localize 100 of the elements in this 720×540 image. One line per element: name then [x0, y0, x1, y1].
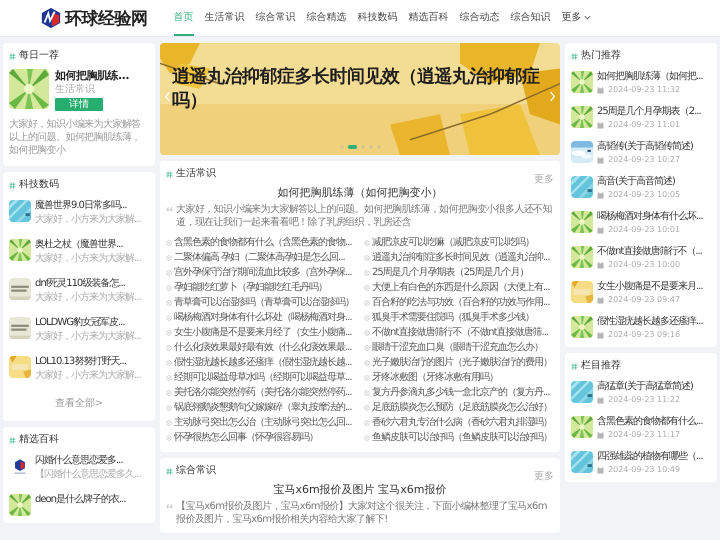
publish-date: 2024-09-23 11:17 — [608, 430, 680, 440]
bullet-icon — [364, 330, 370, 336]
bullet-icon — [364, 390, 370, 396]
bullet-icon — [166, 390, 172, 396]
article-link[interactable]: 女生小腹痛是不是要来月经了（女生小腹痛... — [174, 325, 352, 340]
article-title[interactable]: 高音(关于高音简述) — [597, 176, 675, 188]
slide-indicator[interactable] — [348, 145, 356, 149]
bullet-icon — [166, 420, 172, 426]
bullet-icon — [364, 374, 370, 380]
calendar-icon — [597, 262, 604, 268]
section-heading: 热门推荐 — [581, 50, 621, 62]
article-link[interactable]: 香砂六君丸专治什么病（香砂六君丸排湿吗） — [372, 415, 552, 430]
article-link[interactable]: 含黑色素的食物都有什么（含黑色素的食物... — [174, 235, 352, 250]
section-heading: 每日一荐 — [19, 50, 59, 62]
bullet-icon — [166, 300, 172, 306]
hash-icon — [9, 182, 16, 188]
bullet-icon — [364, 344, 370, 350]
article-headline[interactable]: 如何把胸肌练薄（如何把胸变小） — [166, 186, 554, 200]
caret-icon — [584, 14, 590, 20]
article-link[interactable]: 不做nt直接做唐筛行不（不做nt直接做唐筛... — [372, 325, 548, 340]
article-title[interactable]: 奥杜之杖（魔兽世界... — [35, 239, 123, 251]
calendar-icon — [597, 296, 604, 304]
article-link[interactable]: 主动脉弓突出怎么治（主动脉弓突出怎么回... — [174, 415, 352, 430]
section-heading: 精选百科 — [19, 434, 59, 446]
article-link[interactable]: 狐臭手术需要住院吗（狐臭手术多少钱） — [372, 310, 534, 325]
bullet-icon — [166, 330, 172, 336]
publish-date: 2024-09-23 11:32 — [608, 85, 680, 95]
article-excerpt: 大家好，小方来为大家解... — [35, 331, 141, 343]
nav-link[interactable]: 更多 — [562, 0, 590, 36]
article-title[interactable]: 不做nt直接做唐筛行不（... — [597, 246, 702, 258]
bullet-icon — [364, 404, 370, 410]
bullet-icon — [364, 254, 370, 260]
publish-date: 2024-09-23 09:16 — [608, 330, 680, 340]
article-title[interactable]: 如何把胸肌练... — [55, 69, 130, 82]
article-title[interactable]: 高猛章(关于高猛章简述) — [597, 381, 693, 393]
article-title[interactable]: dnf死灵110级装备怎... — [35, 278, 125, 290]
article-link[interactable]: 二聚体偏高 孕妇（二聚体高孕妇是怎么回... — [174, 250, 345, 265]
site-logo-text[interactable]: 环球经验网 — [65, 6, 148, 30]
article-excerpt: 大家好，小方来为大家解... — [35, 253, 141, 265]
hash-icon — [571, 362, 578, 370]
bullet-icon — [364, 434, 370, 440]
bullet-icon — [364, 270, 370, 276]
bullet-icon — [166, 374, 172, 380]
article-link[interactable]: 什么化痰效果最好最有效（什么化痰效果最... — [174, 340, 352, 355]
article-link[interactable]: 青草膏可以治湿疹吗（青草膏可以治湿疹吗） — [174, 295, 354, 310]
article-link[interactable]: 25周是几个月孕期表（25周是几个月） — [372, 265, 528, 280]
article-title[interactable]: 闪婚什么意思恋爱多... — [35, 455, 123, 467]
banner-slider[interactable]: 逍遥丸治抑郁症多长时间见效（逍遥丸治抑郁症吗） — [160, 43, 560, 155]
bullet-icon — [166, 360, 172, 366]
article-link[interactable]: 喝杨梅酒对身体有什么坏处（喝杨梅酒对身... — [174, 310, 352, 325]
article-title[interactable]: 喝杨梅酒对身体有什么坏... — [597, 211, 703, 223]
article-title[interactable]: LOL10.13努努打野天... — [35, 356, 126, 368]
article-link[interactable]: 鱼鳞皮肤可以治好吗（鱼鳞皮肤可以治好吗） — [372, 430, 552, 445]
nav-link[interactable]: 科技数码 — [358, 0, 398, 36]
article-link[interactable]: 锅底翎鹅炎懇鹅句父嫁嫁碎（睾丸按摩法的... — [174, 400, 352, 415]
article-title[interactable]: 四强雄蕊的植物有哪些（... — [597, 451, 703, 463]
nav-link[interactable]: 综合常识 — [256, 0, 296, 36]
bullet-icon — [166, 434, 172, 440]
article-link[interactable]: 经期可以喝益母草水吗（经期可以喝益母草... — [174, 370, 352, 385]
nav-link[interactable]: 生活常识 — [204, 0, 244, 36]
article-link[interactable]: 大便上有白色的东西是什么原因（大便上有... — [372, 280, 550, 295]
article-link[interactable]: 逍遥丸治抑郁症多长时间见效（逍遥丸治抑... — [372, 250, 550, 265]
article-title[interactable]: 假性湿疣越长越多还瘙痒... — [597, 316, 703, 328]
section-heading: 生活常识 — [176, 168, 216, 180]
calendar-icon — [597, 86, 604, 94]
article-title[interactable]: 女生小腹痛是不是要来月... — [597, 281, 703, 293]
calendar-icon — [597, 226, 604, 234]
article-link[interactable]: 足底筋膜炎怎么预防（足底筋膜炎怎么治好） — [372, 400, 552, 415]
article-title[interactable]: deon是什么牌子的衣... — [35, 494, 126, 506]
article-title[interactable]: 含黑色素的食物都有什么... — [597, 416, 703, 428]
article-headline[interactable]: 宝马x6m报价及图片 宝马x6m报价 — [166, 483, 554, 497]
article-link[interactable]: 百合籽的吃法与功效（百合籽的功效与作用... — [372, 295, 550, 310]
article-link[interactable]: 牙疼冰敷图（牙疼冰敷有用吗） — [372, 370, 498, 385]
article-link[interactable]: 复方丹参滴丸多少钱一盒北京产的（复方丹... — [372, 385, 550, 400]
article-title[interactable]: 如何把胸肌练薄（如何把... — [597, 71, 703, 83]
publish-date: 2024-09-23 11:01 — [608, 120, 680, 130]
publish-date: 2024-09-23 09:47 — [608, 295, 680, 305]
article-link[interactable]: 宫外孕保守治疗期间流血比较多（宫外孕保... — [174, 265, 352, 280]
nav-link[interactable]: 综合动态 — [460, 0, 500, 36]
article-link[interactable]: 怀孕很热怎么回事（怀孕很容易吗） — [174, 430, 318, 445]
article-link[interactable]: 美托洛尔能突然停药（美托洛尔能突然停药... — [174, 385, 352, 400]
calendar-icon — [597, 396, 604, 404]
article-link[interactable]: 光子嫩肤治疗的图片（光子嫩肤治疗的费用） — [372, 355, 552, 370]
article-link[interactable]: 孕妇能吃红萝卜（孕妇能吃红毛丹吗） — [174, 280, 327, 295]
publish-date: 2024-09-23 10:00 — [608, 260, 680, 270]
article-title[interactable]: LOLDWG豹女冠军皮... — [35, 317, 125, 329]
article-link[interactable]: 假性湿疣越长越多还瘙痒（假性湿疣越长越... — [174, 355, 352, 370]
bullet-icon — [364, 284, 370, 290]
bullet-icon — [166, 404, 172, 410]
article-title[interactable]: 魔兽世界9.0日常多吗... — [35, 200, 126, 212]
article-title[interactable]: 25周是几个月孕期表（2... — [597, 106, 701, 118]
calendar-icon — [597, 432, 604, 438]
nav-link[interactable]: 精选百科 — [408, 0, 448, 36]
article-link[interactable]: 眼睛干涩充血口臭（眼睛干涩充血怎么办） — [372, 340, 543, 355]
nav-link[interactable]: 综合知识 — [510, 0, 550, 36]
nav-link[interactable]: 综合精选 — [306, 0, 346, 36]
article-excerpt: 大家好，小方来为大家解... — [35, 214, 141, 226]
article-link[interactable]: 减肥凉皮可以吃嘛（减肥凉皮可以吃吗） — [372, 235, 534, 250]
article-excerpt: 大家好，知识小编来为大家解答以上的问题。如何把胸肌练薄，如何把胸变小很多人还不知道，现在让我们一起来看看吧！除了乳房组织，乳房还含 — [176, 203, 554, 229]
article-title[interactable]: 高韬传(关于高韬传简述) — [597, 141, 693, 153]
